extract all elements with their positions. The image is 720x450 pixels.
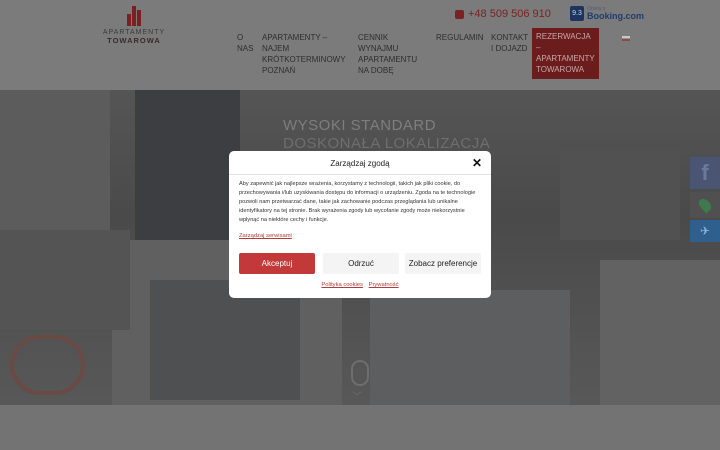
nav-item-o-nas[interactable]: O NAS — [237, 32, 253, 54]
booking-badge[interactable]: 9.3 Oceny z Booking.com — [570, 6, 644, 21]
chevron-down-icon[interactable]: ﹀ — [352, 388, 362, 403]
footer-band — [0, 405, 720, 450]
logo-line1: APARTAMENTY — [102, 29, 166, 36]
nav-item-cennik[interactable]: CENNIK WYNAJMU APARTAMENTU NA DOBĘ — [358, 32, 417, 76]
site-header: APARTAMENTY TOWAROWA +48 509 506 910 9.3… — [0, 0, 720, 90]
phone-link[interactable]: +48 509 506 910 — [455, 8, 551, 20]
booking-brand: Booking.com — [587, 10, 645, 21]
nav-label: KONTAKT I DOJAZD — [491, 33, 529, 53]
nav-item-apartamenty[interactable]: APARTAMENTY – NAJEM KRÓTKOTERMINOWY POZN… — [262, 32, 346, 76]
modal-body-text: Aby zapewnić jak najlepsze wrażenia, kor… — [239, 181, 476, 223]
close-icon[interactable]: ✕ — [472, 156, 482, 170]
facebook-button[interactable]: f — [690, 157, 720, 189]
phone-number: +48 509 506 910 — [468, 8, 551, 20]
hero-tower-shape — [135, 90, 240, 240]
modal-footer-links: Polityka cookies Prywatność — [229, 282, 491, 288]
hero-building-shape — [150, 280, 300, 400]
logo-line2: TOWAROWA — [107, 36, 161, 45]
modal-divider — [229, 174, 491, 175]
nav-label: O NAS — [237, 33, 254, 53]
scroll-mouse-icon[interactable] — [351, 360, 369, 386]
hero-street-shape — [0, 230, 130, 330]
nav-item-rezerwacja[interactable]: REZERWACJA – APARTAMENTY TOWAROWA — [532, 28, 599, 79]
hero-title: WYSOKI STANDARD — [283, 117, 437, 134]
preferences-button[interactable]: Zobacz preferencje — [405, 253, 481, 274]
booking-score: 9.3 — [570, 6, 584, 21]
paper-plane-icon: ✈ — [699, 224, 711, 238]
nav-label: CENNIK WYNAJMU APARTAMENTU NA DOBĘ — [358, 33, 418, 75]
nav-label: REGULAMIN — [436, 33, 484, 42]
map-pin-icon — [696, 196, 714, 214]
nav-label: REZERWACJA – APARTAMENTY TOWAROWA — [536, 32, 595, 74]
nav-label: APARTAMENTY – NAJEM KRÓTKOTERMINOWY POZN… — [262, 33, 346, 75]
hero-building-shape — [600, 260, 720, 405]
telegram-button[interactable]: ✈ — [690, 220, 720, 242]
manage-services-link[interactable]: Zarządzaj serwisami — [239, 233, 292, 239]
hero-subtitle: DOSKONAŁA LOKALIZACJA — [283, 135, 491, 152]
cookie-policy-link[interactable]: Polityka cookies — [321, 282, 363, 288]
privacy-link[interactable]: Prywatność — [369, 282, 399, 288]
cookie-consent-modal: Zarządzaj zgodą ✕ Aby zapewnić jak najle… — [229, 151, 491, 298]
site-logo[interactable]: APARTAMENTY TOWAROWA — [98, 6, 170, 50]
hero-building-shape — [560, 150, 680, 240]
accept-button[interactable]: Akceptuj — [239, 253, 315, 274]
nav-item-regulamin[interactable]: REGULAMIN — [436, 32, 484, 43]
logo-building-icon — [126, 6, 142, 26]
deny-button[interactable]: Odrzuć — [323, 253, 399, 274]
modal-title: Zarządzaj zgodą — [330, 159, 390, 168]
maps-button[interactable] — [690, 192, 720, 218]
hero-building-shape — [0, 90, 110, 230]
facebook-icon: f — [701, 160, 709, 185]
hero-track-shape — [10, 335, 85, 395]
hero-building-shape — [370, 290, 570, 405]
nav-item-kontakt[interactable]: KONTAKT I DOJAZD — [491, 32, 528, 54]
phone-icon — [455, 9, 464, 19]
language-flag-icon[interactable] — [622, 36, 630, 41]
